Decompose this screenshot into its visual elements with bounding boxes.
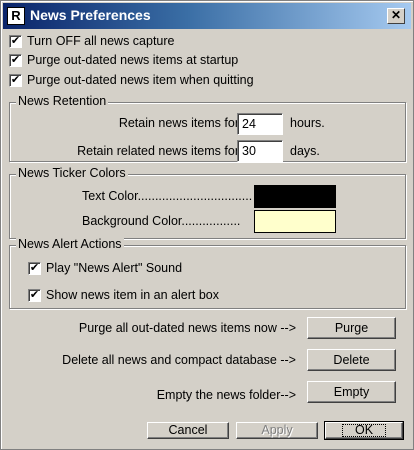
text-color-swatch[interactable] <box>254 185 336 208</box>
news-preferences-dialog: R News Preferences ✕ ✔ Turn OFF all news… <box>0 0 414 450</box>
retain-items-input[interactable] <box>237 113 283 135</box>
option-turn-off-capture[interactable]: ✔ Turn OFF all news capture <box>9 33 175 49</box>
app-icon: R <box>7 7 25 25</box>
cancel-button[interactable]: Cancel <box>147 422 229 439</box>
purge-button[interactable]: Purge <box>307 317 396 339</box>
news-retention-group: News Retention Retain news items for hou… <box>9 94 406 162</box>
checkbox-turn-off-capture[interactable]: ✔ <box>9 34 22 48</box>
play-sound-label: Play "News Alert" Sound <box>46 261 183 275</box>
option-label: Purge out-dated news item when quitting <box>27 73 254 87</box>
text-color-label: Text Color..............................… <box>82 189 252 203</box>
background-color-swatch[interactable] <box>254 210 336 233</box>
option-alert-box[interactable]: ✔ Show news item in an alert box <box>28 287 219 303</box>
option-label: Purge out-dated news items at startup <box>27 53 239 67</box>
alert-box-label: Show news item in an alert box <box>46 288 220 302</box>
retain-related-input[interactable] <box>237 140 283 162</box>
empty-label: Empty the news folder--> <box>156 388 296 402</box>
purge-label: Purge all out-dated news items now --> <box>78 321 296 335</box>
ok-button[interactable]: OK <box>324 421 404 440</box>
retain-items-unit: hours. <box>290 116 325 130</box>
alert-actions-group: News Alert Actions ✔ Play "News Alert" S… <box>9 237 406 309</box>
option-label: Turn OFF all news capture <box>27 34 175 48</box>
close-button[interactable]: ✕ <box>387 8 405 24</box>
retain-items-label: Retain news items for <box>118 116 239 130</box>
ticker-colors-group: News Ticker Colors Text Color...........… <box>9 166 406 239</box>
ticker-colors-title: News Ticker Colors <box>16 166 128 180</box>
option-play-sound[interactable]: ✔ Play "News Alert" Sound <box>28 260 182 276</box>
close-icon: ✕ <box>390 8 402 22</box>
empty-button[interactable]: Empty <box>307 381 396 403</box>
checkbox-purge-startup[interactable]: ✔ <box>9 53 22 67</box>
alert-actions-title: News Alert Actions <box>16 237 124 251</box>
delete-button[interactable]: Delete <box>307 349 396 371</box>
apply-button[interactable]: Apply <box>236 422 318 439</box>
option-purge-startup[interactable]: ✔ Purge out-dated news items at startup <box>9 52 238 68</box>
checkbox-alert-box[interactable]: ✔ <box>28 288 41 302</box>
ok-button-label: OK <box>341 424 387 437</box>
background-color-label: Background Color................. <box>82 214 241 228</box>
checkbox-play-sound[interactable]: ✔ <box>28 261 41 275</box>
option-purge-quitting[interactable]: ✔ Purge out-dated news item when quittin… <box>9 72 254 88</box>
retain-related-label: Retain related news items for <box>77 144 239 158</box>
delete-label: Delete all news and compact database --> <box>62 353 296 367</box>
retain-related-unit: days. <box>290 144 320 158</box>
window-title: News Preferences <box>30 7 151 23</box>
news-retention-title: News Retention <box>16 94 109 108</box>
title-bar[interactable]: R News Preferences ✕ <box>3 3 411 29</box>
checkbox-purge-quitting[interactable]: ✔ <box>9 73 22 87</box>
